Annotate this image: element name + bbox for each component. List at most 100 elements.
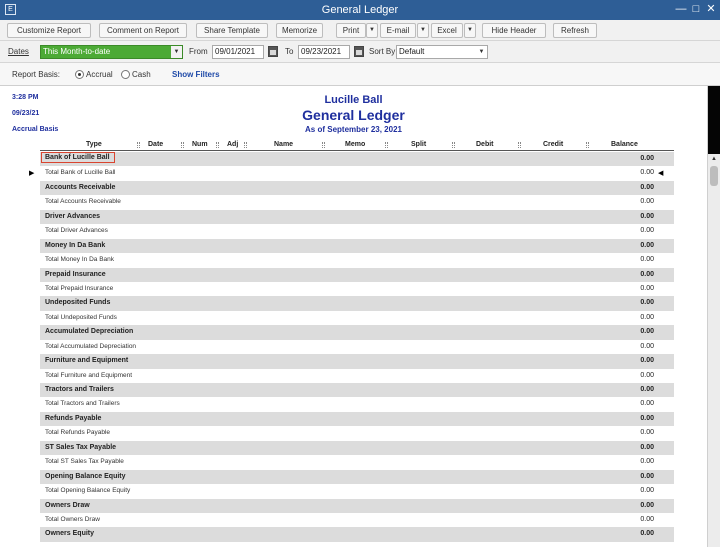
column-header-balance[interactable]: Balance <box>611 141 638 148</box>
account-total-row[interactable]: Total Undeposited Funds 0.00 <box>40 310 674 326</box>
column-resize-handle[interactable] <box>385 142 388 148</box>
chevron-down-icon[interactable]: ▼ <box>476 46 487 58</box>
account-total-row[interactable]: Total Accumulated Depreciation 0.00 <box>40 339 674 355</box>
account-total-row[interactable]: Total Bank of Lucille Ball 0.00 <box>40 166 674 181</box>
account-total-row[interactable]: Total Money In Da Bank 0.00 <box>40 253 674 268</box>
account-balance: 0.00 <box>640 342 654 350</box>
report-area: 3:28 PM 09/23/21 Accrual Basis Lucille B… <box>0 86 707 547</box>
account-name: Total Money In Da Bank <box>45 256 115 264</box>
account-header-row[interactable]: Tractors and Trailers 0.00 <box>40 383 674 398</box>
maximize-icon[interactable]: □ <box>688 2 704 17</box>
account-total-row[interactable]: Total Accounts Receivable 0.00 <box>40 195 674 210</box>
refresh-button[interactable]: Refresh <box>553 23 597 38</box>
excel-button[interactable]: Excel <box>431 23 463 38</box>
close-icon[interactable]: ✕ <box>703 2 719 17</box>
account-name: Total Refunds Payable <box>45 429 111 437</box>
account-balance: 0.00 <box>640 530 654 538</box>
column-resize-handle[interactable] <box>244 142 247 148</box>
account-balance: 0.00 <box>640 400 654 408</box>
account-balance: 0.00 <box>640 487 654 495</box>
column-header-credit[interactable]: Credit <box>543 141 563 148</box>
account-balance: 0.00 <box>640 313 654 321</box>
account-balance: 0.00 <box>640 414 654 422</box>
account-balance: 0.00 <box>640 183 654 191</box>
column-header-adj[interactable]: Adj <box>227 141 238 148</box>
account-name: Total ST Sales Tax Payable <box>45 458 124 466</box>
from-date-field[interactable]: 09/01/2021 <box>212 45 264 59</box>
account-balance: 0.00 <box>640 515 654 523</box>
column-header-type[interactable]: Type <box>86 141 102 148</box>
customize-report-button[interactable]: Customize Report <box>7 23 91 38</box>
from-calendar-icon[interactable] <box>268 46 278 57</box>
column-header-date[interactable]: Date <box>148 141 163 148</box>
show-filters-link[interactable]: Show Filters <box>172 70 220 79</box>
column-resize-handle[interactable] <box>181 142 184 148</box>
hide-header-button[interactable]: Hide Header <box>482 23 546 38</box>
account-name: Refunds Payable <box>45 414 102 422</box>
account-total-row[interactable]: Total Prepaid Insurance 0.00 <box>40 281 674 297</box>
account-header-row[interactable]: Furniture and Equipment 0.00 <box>40 354 674 369</box>
report-as-of: As of September 23, 2021 <box>305 125 402 134</box>
excel-dropdown-icon[interactable]: ▼ <box>464 23 476 38</box>
column-resize-handle[interactable] <box>452 142 455 148</box>
ledger-rows: Bank of Lucille Ball 0.00 Total Bank of Lu… <box>40 152 674 542</box>
account-header-row[interactable]: Money In Da Bank 0.00 <box>40 238 674 254</box>
share-template-button[interactable]: Share Template <box>196 23 268 38</box>
column-header-memo[interactable]: Memo <box>345 141 365 148</box>
account-header-row[interactable]: Owners Equity 0.00 <box>40 527 674 542</box>
account-name: Total Driver Advances <box>45 227 108 235</box>
account-balance: 0.00 <box>640 371 654 379</box>
scrollbar-thumb[interactable] <box>710 166 718 186</box>
account-balance: 0.00 <box>640 299 654 307</box>
account-header-row[interactable]: Accumulated Depreciation 0.00 <box>40 325 674 340</box>
column-header-num[interactable]: Num <box>192 141 208 148</box>
account-total-row[interactable]: Total Driver Advances 0.00 <box>40 224 674 239</box>
account-header-row[interactable]: Prepaid Insurance 0.00 <box>40 267 674 282</box>
account-total-row[interactable]: Total ST Sales Tax Payable 0.00 <box>40 455 674 470</box>
memorize-button[interactable]: Memorize <box>276 23 323 38</box>
window-title: General Ledger <box>321 4 399 16</box>
email-button[interactable]: E-mail <box>380 23 416 38</box>
cash-radio[interactable] <box>121 70 130 79</box>
to-date-field[interactable]: 09/23/2021 <box>298 45 350 59</box>
email-dropdown-icon[interactable]: ▼ <box>417 23 429 38</box>
print-button[interactable]: Print <box>336 23 366 38</box>
account-header-row[interactable]: Bank of Lucille Ball 0.00 <box>40 152 674 167</box>
account-name: Total Accumulated Depreciation <box>45 342 137 350</box>
print-dropdown-icon[interactable]: ▼ <box>366 23 378 38</box>
account-total-row[interactable]: Total Refunds Payable 0.00 <box>40 426 674 441</box>
to-calendar-icon[interactable] <box>354 46 364 57</box>
date-filter-bar: Dates This Month-to-date ▼ From 09/01/20… <box>0 41 720 63</box>
dates-select[interactable]: This Month-to-date ▼ <box>40 45 183 59</box>
accrual-radio[interactable] <box>75 70 84 79</box>
sort-by-select[interactable]: Default ▼ <box>396 45 488 59</box>
column-resize-handle[interactable] <box>322 142 325 148</box>
column-resize-handle[interactable] <box>137 142 140 148</box>
column-resize-handle[interactable] <box>518 142 521 148</box>
column-resize-handle[interactable] <box>216 142 219 148</box>
minimize-icon[interactable]: — <box>673 2 689 17</box>
account-header-row[interactable]: Owners Draw 0.00 <box>40 498 674 513</box>
account-total-row[interactable]: Total Furniture and Equipment 0.00 <box>40 368 674 383</box>
column-header-name[interactable]: Name <box>274 141 293 148</box>
account-header-row[interactable]: ST Sales Tax Payable 0.00 <box>40 440 674 456</box>
column-header-debit[interactable]: Debit <box>476 141 494 148</box>
account-header-row[interactable]: Undeposited Funds 0.00 <box>40 296 674 311</box>
account-total-row[interactable]: Total Owners Draw 0.00 <box>40 512 674 528</box>
account-header-row[interactable]: Opening Balance Equity 0.00 <box>40 469 674 485</box>
account-name: Tractors and Trailers <box>45 386 114 393</box>
account-total-row[interactable]: Total Opening Balance Equity 0.00 <box>40 484 674 499</box>
comment-on-report-button[interactable]: Comment on Report <box>99 23 187 38</box>
account-name: Prepaid Insurance <box>45 270 106 278</box>
scroll-up-icon[interactable]: ▲ <box>708 154 720 165</box>
account-header-row[interactable]: Refunds Payable 0.00 <box>40 411 674 427</box>
column-resize-handle[interactable] <box>586 142 589 148</box>
chevron-down-icon[interactable]: ▼ <box>171 46 182 58</box>
account-header-row[interactable]: Accounts Receivable 0.00 <box>40 180 674 196</box>
account-name: Total Tractors and Trailers <box>45 400 120 408</box>
account-name: Owners Equity <box>45 530 95 538</box>
column-header-split[interactable]: Split <box>411 141 426 148</box>
account-header-row[interactable]: Driver Advances 0.00 <box>40 209 674 225</box>
account-total-row[interactable]: Total Tractors and Trailers 0.00 <box>40 397 674 412</box>
vertical-scrollbar[interactable]: ▲ <box>707 86 720 547</box>
